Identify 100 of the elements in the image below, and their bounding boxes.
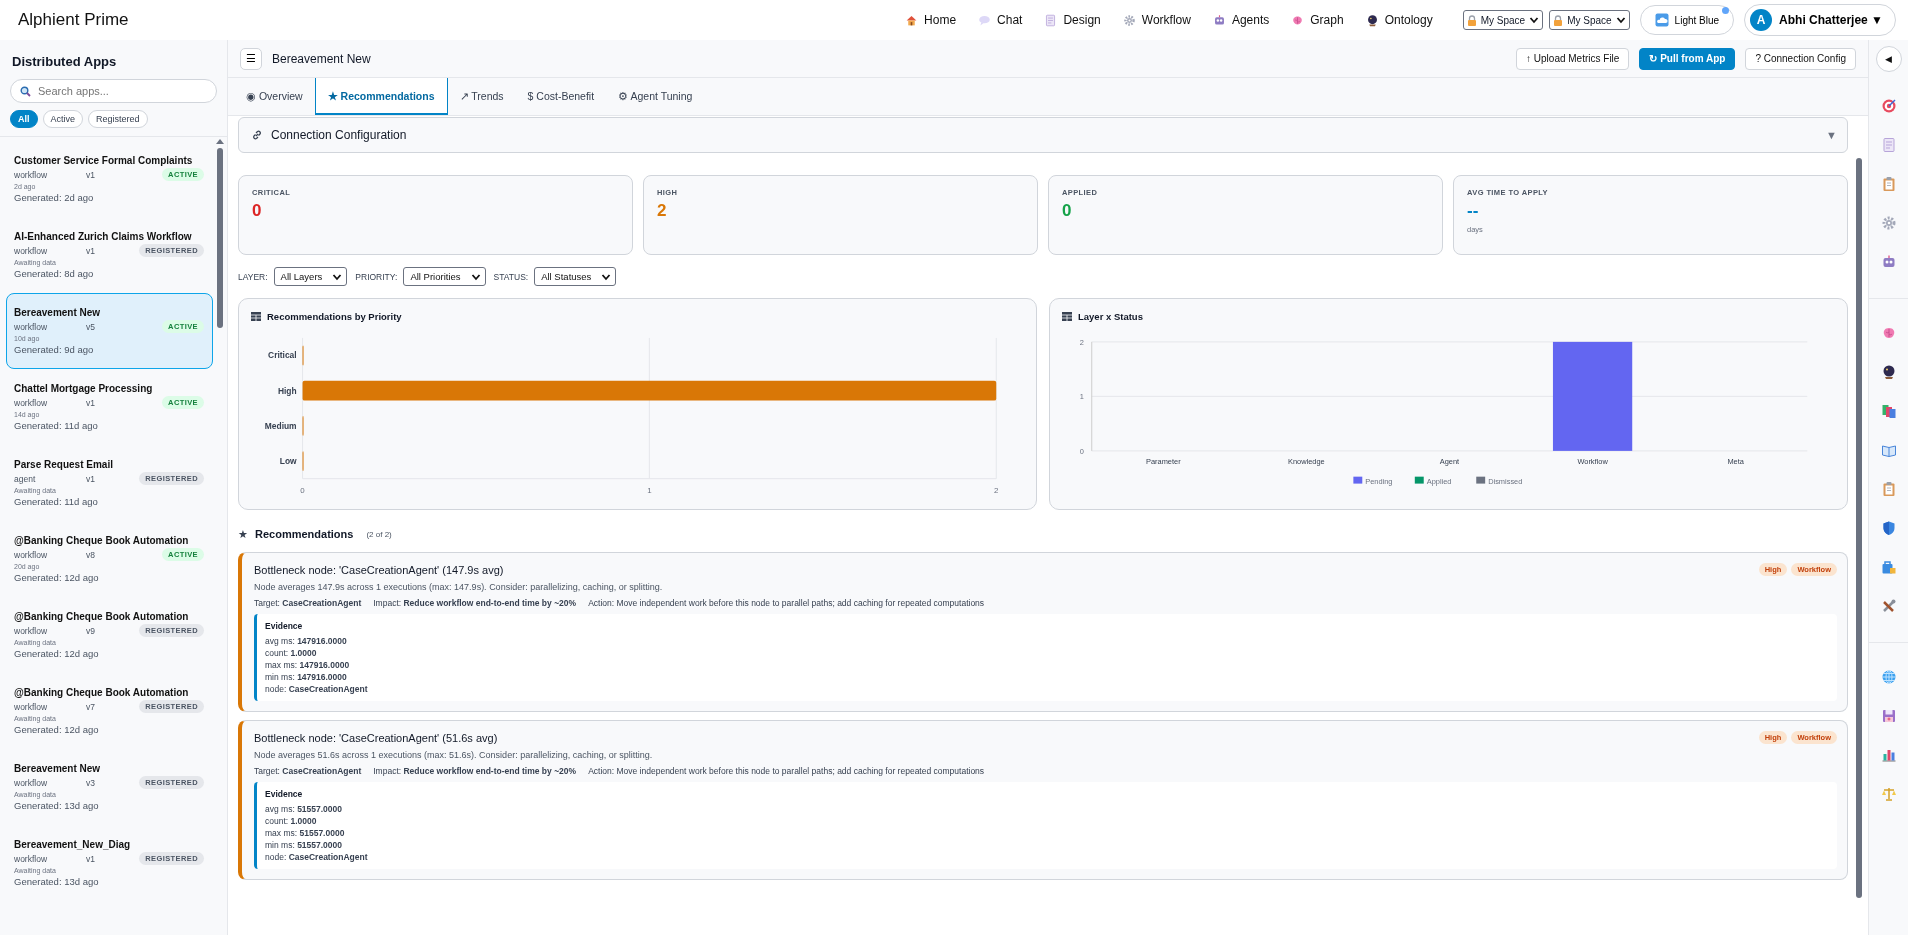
tab[interactable]: ↗ Trends (447, 78, 516, 115)
globe-icon[interactable] (1880, 669, 1897, 685)
stat-value: 0 (1062, 201, 1073, 221)
toolbar-button[interactable]: ? Connection Config (1745, 47, 1856, 70)
lock-icon (1553, 14, 1564, 26)
toolbar-button[interactable]: ↑ Upload Metrics File (1516, 47, 1630, 70)
connection-config-panel[interactable]: Connection Configuration ▼ (238, 117, 1848, 153)
stat-value: 2 (657, 201, 668, 221)
app-version: v9 (86, 625, 96, 636)
bag-icon[interactable] (1880, 559, 1897, 575)
generated-time: Generated: 11d ago (14, 420, 99, 431)
user-menu-button[interactable]: A Abhi Chatterjee ▼ (1744, 4, 1896, 36)
toolbar-button[interactable]: ↻ Pull from App (1639, 47, 1736, 70)
generated-time: Generated: 12d ago (14, 724, 100, 735)
evidence-line: max ms: 51557.0000 (265, 828, 346, 838)
filter-chip[interactable]: Active (42, 110, 84, 128)
app-type: workflow (14, 549, 49, 560)
impact-text: Impact: Reduce workflow end-to-end time by ~20% (373, 766, 577, 776)
menu-button[interactable]: ☰ (240, 47, 262, 70)
filter-label: PRIORITY: (355, 271, 398, 282)
tab[interactable]: $ Cost-Benefit (515, 78, 607, 115)
sidebar-title: Distributed Apps (12, 54, 118, 69)
theme-button[interactable]: Light Blue (1639, 5, 1735, 35)
lock-icon (1466, 14, 1477, 26)
app-name: Customer Service Formal Complaints (14, 155, 194, 166)
collapse-button[interactable]: ◀ (1875, 46, 1902, 72)
house-icon (905, 13, 919, 27)
evidence-line: avg ms: 147916.0000 (265, 636, 348, 646)
impact-text: Impact: Reduce workflow end-to-end time by ~20% (373, 598, 577, 608)
nav-link[interactable]: Chat (978, 13, 1023, 27)
generated-time: Generated: 12d ago (14, 572, 100, 583)
category-label: Critical (268, 350, 297, 361)
app-version: v1 (86, 853, 96, 864)
recommendation-title: Bottleneck node: 'CaseCreationAgent' (147.9s avg) (254, 563, 505, 576)
filter-chip[interactable]: Registered (88, 110, 148, 128)
document-icon[interactable] (1880, 137, 1897, 153)
filter-select[interactable]: All Statuses (534, 267, 617, 286)
book-icon[interactable] (1880, 442, 1897, 458)
app-title: Alphient Prime (18, 10, 129, 30)
app-type: agent (14, 473, 37, 484)
category-label: High (277, 385, 297, 396)
filter-chip[interactable]: All (10, 110, 38, 128)
space-select[interactable]: My Space (1549, 10, 1630, 30)
axis-tick-label: 2 (994, 485, 999, 495)
tools-icon[interactable] (1880, 598, 1897, 614)
tab[interactable]: ⚙ Agent Tuning (606, 78, 705, 115)
generated-time: Generated: 8d ago (14, 268, 95, 279)
nav-link[interactable]: Agents (1212, 13, 1270, 27)
filter-select[interactable]: All Layers (273, 267, 348, 286)
filter-select[interactable]: All Priorities (403, 267, 486, 286)
star-icon: ★ (238, 527, 248, 541)
nav-link[interactable]: Home (905, 13, 957, 27)
chevron-icon (1615, 15, 1626, 25)
evidence-line: max ms: 147916.0000 (265, 660, 351, 670)
app-version: v8 (86, 549, 96, 560)
scales-icon[interactable] (1880, 786, 1897, 802)
nav-link[interactable]: Workflow (1122, 13, 1191, 27)
evidence-line: count: 1.0000 (265, 648, 318, 658)
evidence-title: Evidence (265, 621, 304, 631)
app-version: v7 (86, 701, 96, 712)
app-version: v5 (86, 321, 96, 332)
evidence-line: min ms: 51557.0000 (265, 840, 344, 850)
scrollbar[interactable] (1856, 158, 1862, 898)
chart-title: Layer x Status (1078, 311, 1143, 322)
evidence-line: min ms: 147916.0000 (265, 672, 348, 682)
evidence-line: node: CaseCreationAgent (265, 684, 369, 694)
app-name: @Banking Cheque Book Automation (14, 611, 190, 622)
nav-link[interactable]: Graph (1291, 13, 1344, 27)
axis-tick-label: 0 (300, 485, 305, 495)
brain-icon (1291, 13, 1305, 27)
speech-bubble-icon (978, 13, 992, 27)
category-label: Low (279, 456, 297, 467)
search-field[interactable]: Search apps... (10, 79, 217, 103)
nav-link[interactable]: Design (1044, 13, 1101, 27)
app-type: workflow (14, 169, 49, 180)
action-text: Action: Move independent work before this node to parallel paths; add caching for repeated computations (588, 598, 985, 608)
app-type: workflow (14, 701, 49, 712)
app-version: v3 (86, 777, 96, 788)
app-name: @Banking Cheque Book Automation (14, 687, 190, 698)
app-version: v1 (86, 397, 96, 408)
recommendation-title: Bottleneck node: 'CaseCreationAgent' (51.6s avg) (254, 731, 499, 744)
bar-chart-icon[interactable] (1880, 747, 1897, 763)
target-icon[interactable] (1880, 98, 1897, 114)
evidence-title: Evidence (265, 789, 304, 799)
nav-link[interactable]: Ontology (1365, 13, 1433, 27)
app-type: workflow (14, 397, 49, 408)
recommendation-description: Node averages 51.6s across 1 executions (max: 51.6s). Consider: parallelizing, caching, or splitting. (254, 750, 654, 760)
tab[interactable]: ◉ Overview (234, 78, 315, 115)
app-type: workflow (14, 853, 49, 864)
generated-time: Generated: 13d ago (14, 800, 100, 811)
app-name: @Banking Cheque Book Automation (14, 535, 190, 546)
books-icon[interactable] (1880, 403, 1897, 419)
app-type: workflow (14, 321, 49, 332)
floppy-icon[interactable] (1880, 708, 1897, 724)
recommendation-description: Node averages 147.9s across 1 executions (max: 147.9s). Consider: parallelizing, caching, or splitting. (254, 582, 664, 592)
space-select[interactable]: My Space (1462, 10, 1544, 30)
generated-time: Generated: 13d ago (14, 876, 100, 887)
tab[interactable]: ★ Recommendations (314, 78, 448, 115)
target-text: Target: CaseCreationAgent (254, 598, 362, 608)
gear-icon[interactable] (1880, 215, 1897, 231)
